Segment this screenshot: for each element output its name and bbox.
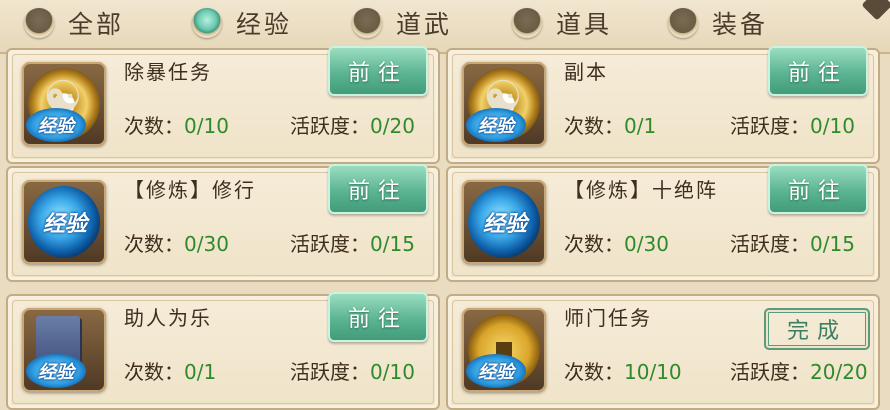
activity-stat: 活跃度：0/10 [730, 114, 855, 138]
count-stat: 次数：0/1 [124, 360, 217, 384]
count-stat: 次数：0/1 [564, 114, 657, 138]
corner-ornament-icon [861, 0, 890, 21]
task-card: 经验 师门任务 完成 次数：10/10 活跃度：20/20 [446, 294, 880, 410]
count-stat: 次数：0/30 [564, 232, 669, 256]
count-stat: 次数：0/30 [124, 232, 229, 256]
task-icon-frame[interactable]: 经验 [462, 180, 546, 264]
radio-selected-icon[interactable] [192, 8, 222, 38]
count-stat: 次数：10/10 [564, 360, 682, 384]
task-card: 经验 除暴任务 前往 次数：0/10 活跃度：0/20 [6, 46, 440, 164]
go-button[interactable]: 前往 [328, 46, 428, 96]
activity-stat: 活跃度：0/10 [290, 360, 415, 384]
task-name: 副本 [564, 60, 608, 84]
task-name: 助人为乐 [124, 306, 212, 330]
task-card: 经验 【修炼】十绝阵 前往 次数：0/30 活跃度：0/15 [446, 164, 880, 282]
category-filter-bar: 全部 经验 道武 道具 装备 [0, 0, 890, 54]
task-card: 经验 助人为乐 前往 次数：0/1 活跃度：0/10 [6, 292, 440, 410]
go-button[interactable]: 前往 [328, 292, 428, 342]
filter-all[interactable]: 全部 [24, 6, 124, 40]
filter-equipment[interactable]: 装备 [668, 6, 768, 40]
filter-label: 道具 [556, 10, 613, 39]
task-name: 【修炼】十绝阵 [564, 178, 718, 202]
experience-badge-icon: 经验 [482, 212, 527, 237]
go-button[interactable]: 前往 [768, 164, 868, 214]
activity-stat: 活跃度：0/15 [730, 232, 855, 256]
experience-badge-icon: 经验 [26, 108, 86, 142]
experience-badge-icon: 经验 [466, 108, 526, 142]
activity-stat: 活跃度：20/20 [730, 360, 868, 384]
activity-stat: 活跃度：0/20 [290, 114, 415, 138]
task-card: 经验 副本 前往 次数：0/1 活跃度：0/10 [446, 46, 880, 164]
task-icon-frame[interactable]: 经验 [22, 180, 106, 264]
filter-label: 经验 [236, 10, 293, 39]
filter-items[interactable]: 道具 [512, 6, 612, 40]
count-stat: 次数：0/10 [124, 114, 229, 138]
filter-label: 道武 [396, 10, 453, 39]
filter-label: 全部 [68, 10, 125, 39]
task-name: 除暴任务 [124, 60, 212, 84]
filter-experience[interactable]: 经验 [192, 6, 292, 40]
radio-icon[interactable] [512, 8, 542, 38]
experience-badge-icon: 经验 [466, 354, 526, 388]
task-icon-frame[interactable]: 经验 [462, 308, 546, 392]
radio-icon[interactable] [352, 8, 382, 38]
radio-icon[interactable] [24, 8, 54, 38]
experience-badge-icon: 经验 [42, 212, 87, 237]
task-icon-frame[interactable]: 经验 [462, 62, 546, 146]
task-icon-frame[interactable]: 经验 [22, 308, 106, 392]
filter-daowu[interactable]: 道武 [352, 6, 452, 40]
task-name: 【修炼】修行 [124, 178, 256, 202]
task-icon-frame[interactable]: 经验 [22, 62, 106, 146]
completed-tag: 完成 [764, 308, 870, 350]
task-name: 师门任务 [564, 306, 652, 330]
go-button[interactable]: 前往 [328, 164, 428, 214]
go-button[interactable]: 前往 [768, 46, 868, 96]
filter-label: 装备 [712, 10, 769, 39]
experience-badge-icon: 经验 [26, 354, 86, 388]
task-card: 经验 【修炼】修行 前往 次数：0/30 活跃度：0/15 [6, 164, 440, 282]
activity-stat: 活跃度：0/15 [290, 232, 415, 256]
radio-icon[interactable] [668, 8, 698, 38]
